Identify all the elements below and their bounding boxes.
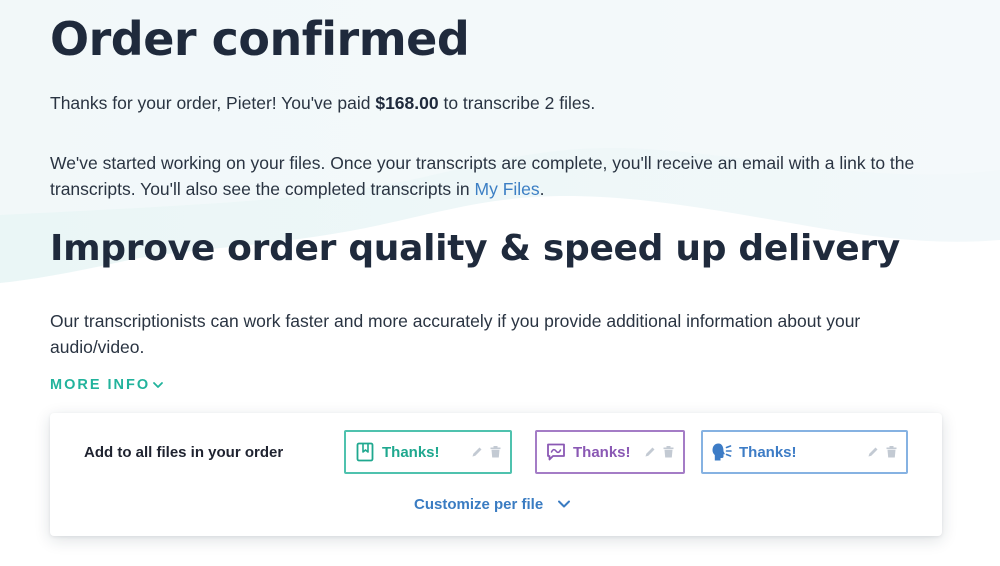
- trash-icon[interactable]: [489, 446, 502, 459]
- chevron-down-icon: [152, 380, 164, 390]
- order-notes-card: Add to all files in your order Thanks! T…: [50, 413, 942, 536]
- order-confirmation-page: Order confirmed Thanks for your order, P…: [0, 0, 1000, 566]
- chevron-down-icon: [557, 496, 571, 513]
- chat-note-icon: [545, 441, 567, 463]
- more-info-toggle[interactable]: MORE INFO: [50, 377, 164, 393]
- my-files-link[interactable]: My Files: [475, 179, 540, 199]
- chip-voice-notes[interactable]: Thanks!: [701, 430, 908, 474]
- chip-speaker-notes[interactable]: Thanks!: [535, 430, 685, 474]
- chip-label: Thanks!: [382, 443, 440, 461]
- bookmark-note-icon: [354, 441, 376, 463]
- card-label: Add to all files in your order: [84, 444, 284, 461]
- more-info-label: MORE INFO: [50, 377, 151, 393]
- payment-summary-prefix: Thanks for your order, Pieter! You've pa…: [50, 93, 376, 113]
- pencil-icon[interactable]: [470, 446, 483, 459]
- chip-label: Thanks!: [739, 443, 797, 461]
- improve-description: Our transcriptionists can work faster an…: [50, 311, 861, 357]
- payment-summary: Thanks for your order, Pieter! You've pa…: [50, 90, 595, 116]
- payment-summary-suffix: to transcribe 2 files.: [438, 93, 596, 113]
- chip-bookmark-notes[interactable]: Thanks!: [344, 430, 512, 474]
- improve-section-title: Improve order quality & speed up deliver…: [50, 228, 900, 269]
- customize-per-file-toggle[interactable]: Customize per file: [414, 496, 571, 513]
- pencil-icon[interactable]: [643, 446, 656, 459]
- page-title: Order confirmed: [50, 12, 470, 66]
- chip-label: Thanks!: [573, 443, 631, 461]
- status-text-end: .: [539, 179, 545, 199]
- trash-icon[interactable]: [885, 446, 898, 459]
- pencil-icon[interactable]: [866, 446, 879, 459]
- speaker-voice-icon: [711, 441, 733, 463]
- trash-icon[interactable]: [662, 446, 675, 459]
- customize-label: Customize per file: [414, 496, 544, 513]
- status-message: We've started working on your files. Onc…: [50, 150, 950, 202]
- paid-amount: $168.00: [375, 93, 439, 113]
